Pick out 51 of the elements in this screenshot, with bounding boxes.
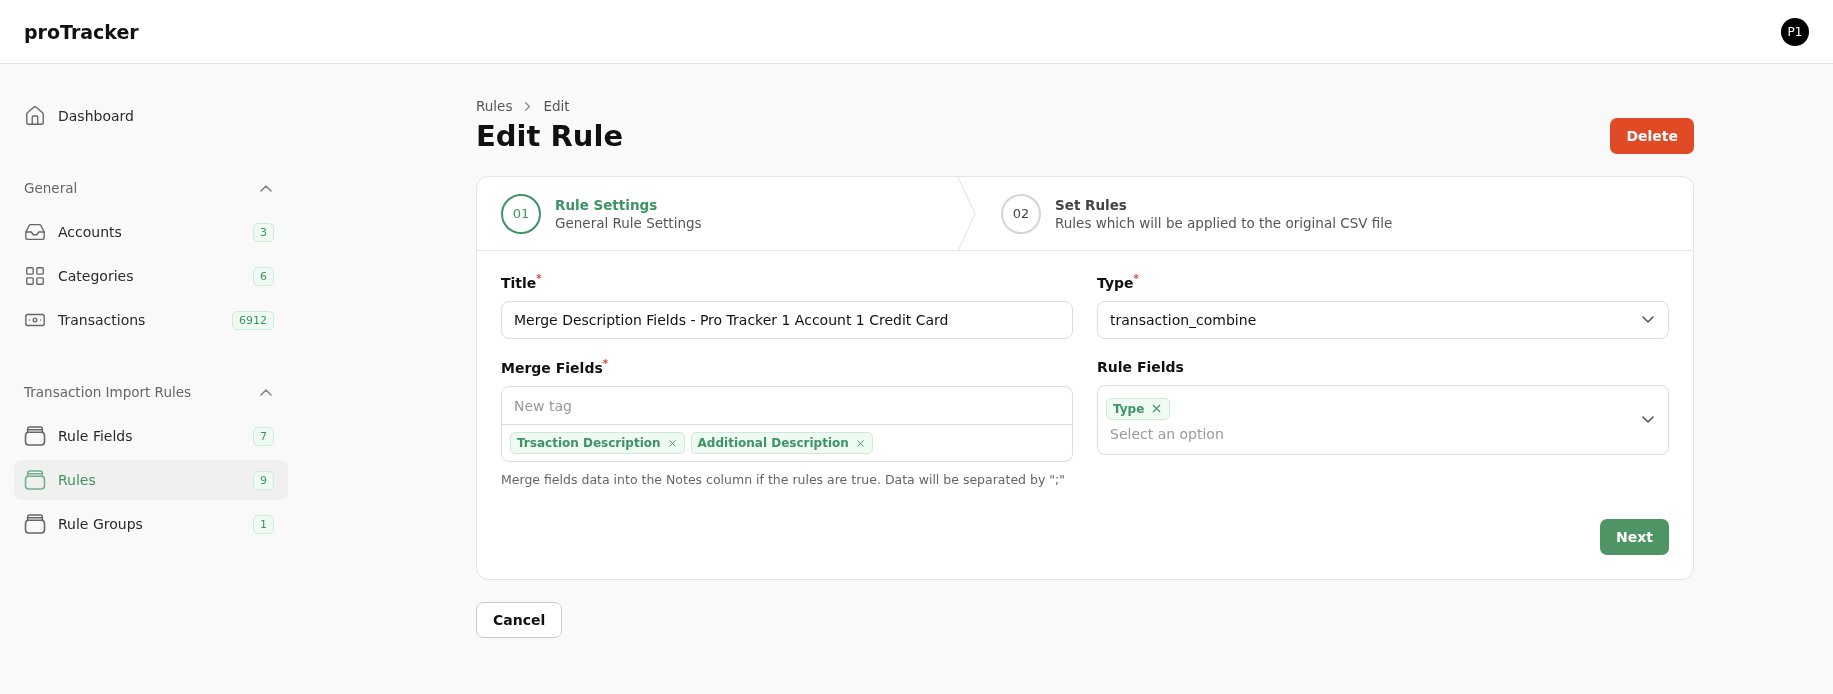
step-subtitle: Rules which will be applied to the original CSV file <box>1055 214 1393 231</box>
count-badge: 9 <box>253 470 274 490</box>
chevron-up-icon[interactable] <box>260 184 272 192</box>
field-label: Type$^{*}$ <box>1097 274 1139 291</box>
step-tab[interactable]: 01 Rule Settings General Rule Settings <box>477 177 977 250</box>
tray-stack-icon <box>24 426 46 446</box>
field-label: Rule Fields <box>1097 358 1184 375</box>
step-subtitle: General Rule Settings <box>555 214 702 231</box>
breadcrumb-link[interactable]: Rules <box>476 98 513 114</box>
home-icon <box>24 105 46 127</box>
type-select[interactable]: transaction_combine <box>1097 300 1669 339</box>
inbox-icon <box>24 221 46 243</box>
step-title: Rule Settings <box>555 196 659 213</box>
chevron-down-icon <box>1642 316 1654 324</box>
section-title: General <box>24 180 78 196</box>
placeholder-text: Select an option <box>1109 425 1224 442</box>
count-badge: 1 <box>253 514 274 534</box>
sidebar-item[interactable]: Rule Fields 7 <box>14 416 288 456</box>
page-title: Edit Rule <box>476 119 624 153</box>
sidebar-item[interactable]: Categories 6 <box>14 256 288 296</box>
field-label: Merge Fields$^{*}$ <box>501 360 608 377</box>
step-number: 01 <box>501 193 541 234</box>
close-icon[interactable] <box>666 437 678 449</box>
avatar[interactable]: P1 <box>1781 17 1809 46</box>
count-badge: 7 <box>253 426 274 446</box>
breadcrumb-link[interactable]: Edit <box>543 98 570 114</box>
sidebar-item[interactable]: Dashboard <box>14 96 288 136</box>
sidebar-item[interactable]: Rules 9 <box>14 460 288 500</box>
step-title: Set Rules <box>1055 196 1128 213</box>
next-button[interactable]: Next <box>1600 519 1669 556</box>
section-title: Transaction Import Rules <box>24 384 192 400</box>
delete-button[interactable]: Delete <box>1610 118 1694 154</box>
count-badge: 3 <box>253 222 274 242</box>
sidebar-item[interactable]: Transactions 6912 <box>14 300 288 340</box>
count-badge: 6912 <box>232 310 274 330</box>
title-input[interactable]: Merge Description Fields - Pro Tracker 1 Account 1 Credit Card <box>501 300 1073 339</box>
tray-stack-icon <box>24 470 46 490</box>
cancel-button[interactable]: Cancel <box>476 602 563 639</box>
tray-stack-icon <box>24 514 46 534</box>
count-badge: 6 <box>253 266 274 286</box>
help-text: Merge fields data into the Notes column if the rules are true. Data will be separated by ";" <box>501 472 1067 488</box>
chevron-down-icon <box>1642 416 1654 424</box>
field-label: Title$^{*}$ <box>501 274 542 291</box>
sidebar-item[interactable]: Accounts 3 <box>14 212 288 252</box>
chevron-up-icon[interactable] <box>260 388 272 396</box>
sidebar-item[interactable]: Rule Groups 1 <box>14 504 288 544</box>
brand-logo: proTracker <box>24 20 139 43</box>
step-tab[interactable]: 02 Set Rules Rules which will be applied to the original CSV file <box>977 177 1477 250</box>
close-icon[interactable] <box>854 437 866 449</box>
step-number: 02 <box>1001 193 1041 234</box>
grid-icon <box>24 265 46 287</box>
